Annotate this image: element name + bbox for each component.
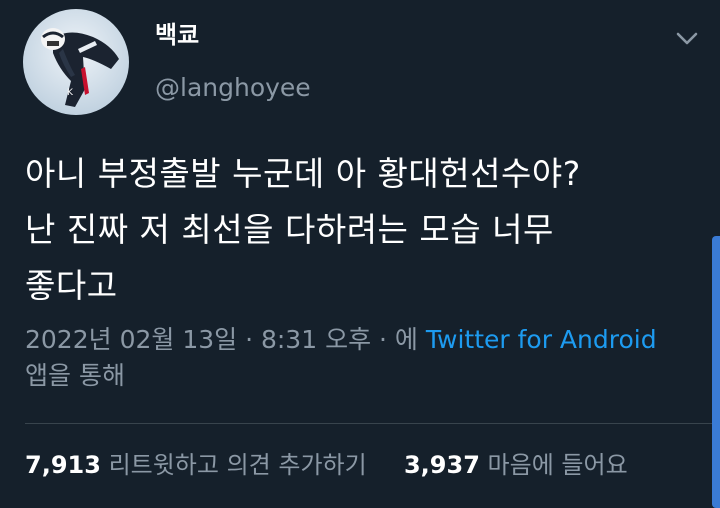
retweets-count: 7,913 [25,451,101,479]
divider [25,423,720,424]
tweet-source-suffix: 앱을 통해 [25,361,125,390]
avatar[interactable]: K [23,9,129,115]
retweets-stat[interactable]: 7,913 리트윗하고 의견 추가하기 [25,451,374,479]
likes-label: 마음에 들어요 [487,451,628,479]
tweet-stats: 7,913 리트윗하고 의견 추가하기 3,937 마음에 들어요 [25,447,628,483]
scrollbar[interactable] [712,236,720,508]
tweet-text-line: 좋다고 [25,266,118,305]
tweet-meta: 2022년 02월 13일 · 8:31 오후 · 에 Twitter for … [25,322,705,394]
more-options-button[interactable] [672,24,702,54]
avatar-image: K [23,9,129,115]
likes-count: 3,937 [403,451,480,479]
tweet-text-line: 아니 부정출발 누군데 아 황대헌선수야? [25,154,581,193]
tweet-text: 아니 부정출발 누군데 아 황대헌선수야? 난 진짜 저 최선을 다하려는 모습… [25,146,705,314]
tweet-detail: K 백쿄 @langhoyee 아니 부정출발 누군데 아 황대헌선수야? 난 … [0,0,720,508]
tweet-text-line: 난 진짜 저 최선을 다하려는 모습 너무 [25,210,554,249]
likes-stat[interactable]: 3,937 마음에 들어요 [404,451,628,479]
tweet-timestamp[interactable]: 2022년 02월 13일 · 8:31 오후 · 에 [25,325,418,354]
author-handle[interactable]: @langhoyee [155,72,311,104]
retweets-label: 리트윗하고 의견 추가하기 [108,451,367,479]
author-display-name[interactable]: 백쿄 [155,19,199,51]
chevron-down-icon [676,32,698,45]
tweet-source-link[interactable]: Twitter for Android [426,325,657,354]
